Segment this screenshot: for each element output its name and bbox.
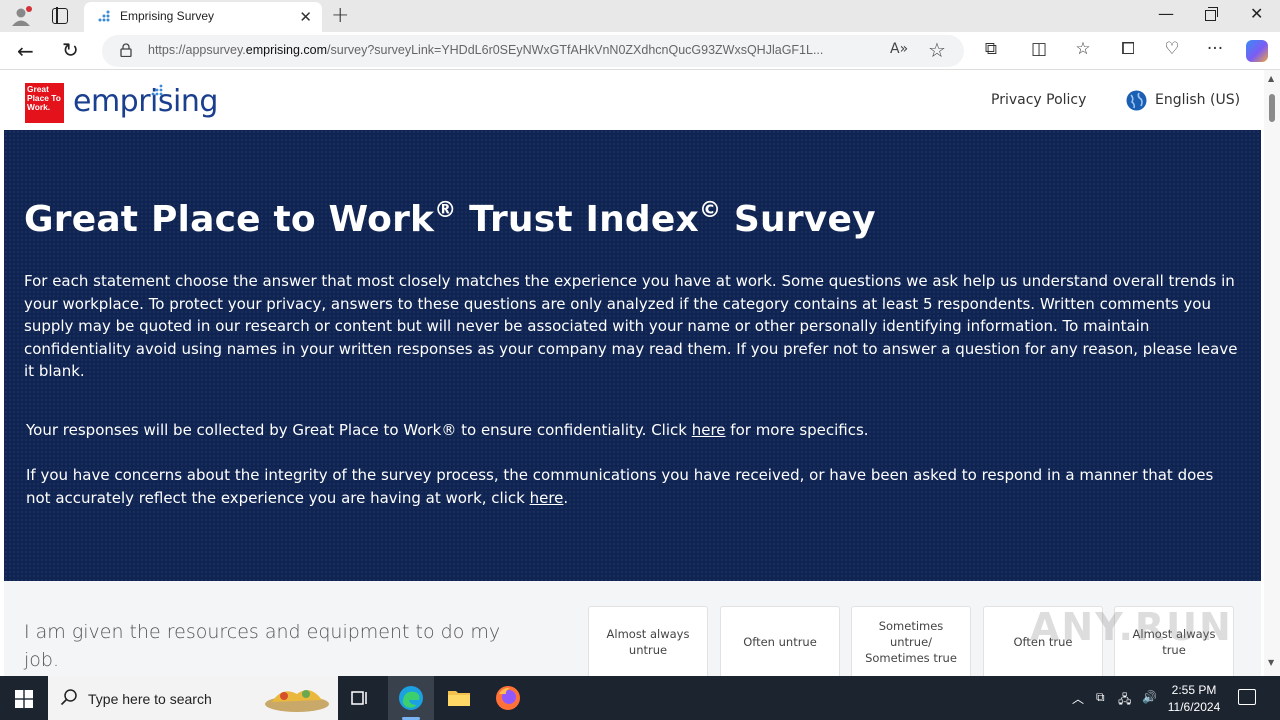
clock-date: 11/6/2024 xyxy=(1167,700,1221,714)
gptw-logo: Great Place To Work. xyxy=(25,83,64,123)
registered-mark: ® xyxy=(434,198,457,223)
url-domain: emprising.com xyxy=(245,43,328,57)
edge-icon[interactable] xyxy=(397,684,425,712)
split-screen-icon[interactable]: ◫ xyxy=(1028,39,1050,59)
search-icon xyxy=(60,689,77,706)
text-segment: Your responses will be collected by Grea… xyxy=(26,421,692,439)
browser-essentials-icon[interactable]: ♡ xyxy=(1161,39,1183,59)
answer-almost-always-untrue[interactable]: Almost always untrue xyxy=(588,606,708,676)
url-text[interactable]: https://appsurvey.emprising.com/survey?s… xyxy=(148,43,888,57)
scroll-up-icon[interactable]: ▲ xyxy=(1268,74,1274,83)
title-part: Trust Index xyxy=(456,199,699,240)
browser-tab[interactable]: Emprising Survey ✕ xyxy=(84,2,322,32)
emprising-logo: emprising xyxy=(73,84,218,119)
notification-center-icon[interactable] xyxy=(1238,689,1256,705)
collections-icon[interactable]: ⧠ xyxy=(1117,39,1139,59)
anyrun-watermark: ANY.RUN xyxy=(1030,605,1233,649)
integrity-concerns-text: If you have concerns about the integrity… xyxy=(26,464,1241,509)
globe-icon[interactable] xyxy=(1126,90,1147,111)
read-aloud-icon[interactable]: A» xyxy=(890,41,908,57)
lock-icon[interactable] xyxy=(120,43,132,57)
url-path: /survey?surveyLink=YHDdL6r0SEyNWxGTfAHkV… xyxy=(327,43,824,57)
windows-taskbar: Type here to search ︿ ⧉ 🖧 🔊 2:55 PM 11/6… xyxy=(0,676,1280,720)
scrollbar-thumb[interactable] xyxy=(1269,94,1275,122)
question-text: I am given the resources and equipment t… xyxy=(24,621,501,671)
taskbar-search-box[interactable]: Type here to search xyxy=(48,676,338,720)
text-segment: If you have concerns about the integrity… xyxy=(26,466,1214,507)
site-header: Great Place To Work. emprising Privacy P… xyxy=(0,70,1264,130)
file-explorer-icon[interactable] xyxy=(445,684,473,712)
favorites-icon[interactable]: ☆ xyxy=(1072,39,1094,59)
privacy-policy-link[interactable]: Privacy Policy xyxy=(991,92,1086,108)
show-hidden-icons[interactable]: ︿ xyxy=(1072,690,1084,707)
tray-app-icon[interactable]: ⧉ xyxy=(1096,690,1105,705)
page-scrollbar[interactable]: ▲ ▼ xyxy=(1264,70,1280,676)
address-bar[interactable]: https://appsurvey.emprising.com/survey?s… xyxy=(102,35,964,67)
clock-time: 2:55 PM xyxy=(1171,683,1217,697)
firefox-icon[interactable] xyxy=(494,684,522,712)
emprising-favicon-icon xyxy=(98,10,110,22)
search-placeholder: Type here to search xyxy=(88,691,212,707)
reload-button[interactable]: ↻ xyxy=(62,38,79,62)
minimize-button[interactable]: — xyxy=(1158,4,1174,23)
survey-hero-banner: Great Place to Work® Trust Index© Survey… xyxy=(4,130,1261,581)
new-tab-button[interactable]: + xyxy=(331,3,349,28)
answer-often-untrue[interactable]: Often untrue xyxy=(720,606,840,676)
language-selector[interactable]: English (US) xyxy=(1155,92,1240,108)
restore-button[interactable] xyxy=(1205,7,1218,21)
taskbar-clock[interactable]: 2:55 PM 11/6/2024 xyxy=(1162,682,1226,716)
scroll-down-icon[interactable]: ▼ xyxy=(1268,658,1274,667)
task-view-icon[interactable] xyxy=(346,684,374,712)
favorite-star-icon[interactable]: ☆ xyxy=(928,38,946,62)
more-options-icon[interactable]: ··· xyxy=(1204,39,1226,59)
copyright-mark: © xyxy=(698,198,722,223)
tab-actions-icon[interactable] xyxy=(52,7,68,24)
specifics-here-link[interactable]: here xyxy=(692,421,726,439)
close-window-button[interactable]: ✕ xyxy=(1250,4,1263,23)
browser-tab-bar: Emprising Survey ✕ + — ✕ xyxy=(0,0,1280,32)
answer-sometimes[interactable]: Sometimes untrue/ Sometimes true xyxy=(851,606,971,676)
concerns-here-link[interactable]: here xyxy=(530,489,564,507)
network-icon[interactable]: 🖧 xyxy=(1118,690,1131,711)
back-button[interactable]: ← xyxy=(17,39,34,63)
survey-title: Great Place to Work® Trust Index© Survey xyxy=(24,198,876,240)
copilot-icon[interactable] xyxy=(1246,40,1268,62)
extensions-icon[interactable]: ⧉ xyxy=(980,39,1002,59)
text-segment: for more specifics. xyxy=(725,421,869,439)
brand-dots-icon xyxy=(151,84,163,96)
search-highlight-icon xyxy=(265,690,329,712)
text-segment: . xyxy=(563,488,569,507)
windows-start-icon[interactable] xyxy=(15,690,33,708)
profile-icon[interactable] xyxy=(10,5,32,27)
tab-close-icon[interactable]: ✕ xyxy=(299,8,312,26)
browser-toolbar: ← ↻ https://appsurvey.emprising.com/surv… xyxy=(0,32,1280,70)
page-viewport: Great Place To Work. emprising Privacy P… xyxy=(0,70,1280,676)
tab-title: Emprising Survey xyxy=(120,9,215,23)
title-part: Great Place to Work xyxy=(24,199,435,240)
title-part: Survey xyxy=(721,199,876,240)
url-prefix: https://appsurvey. xyxy=(148,43,246,57)
volume-icon[interactable]: 🔊 xyxy=(1142,690,1157,704)
survey-intro-text: For each statement choose the answer tha… xyxy=(24,272,1238,380)
confidentiality-text: Your responses will be collected by Grea… xyxy=(26,419,1241,442)
